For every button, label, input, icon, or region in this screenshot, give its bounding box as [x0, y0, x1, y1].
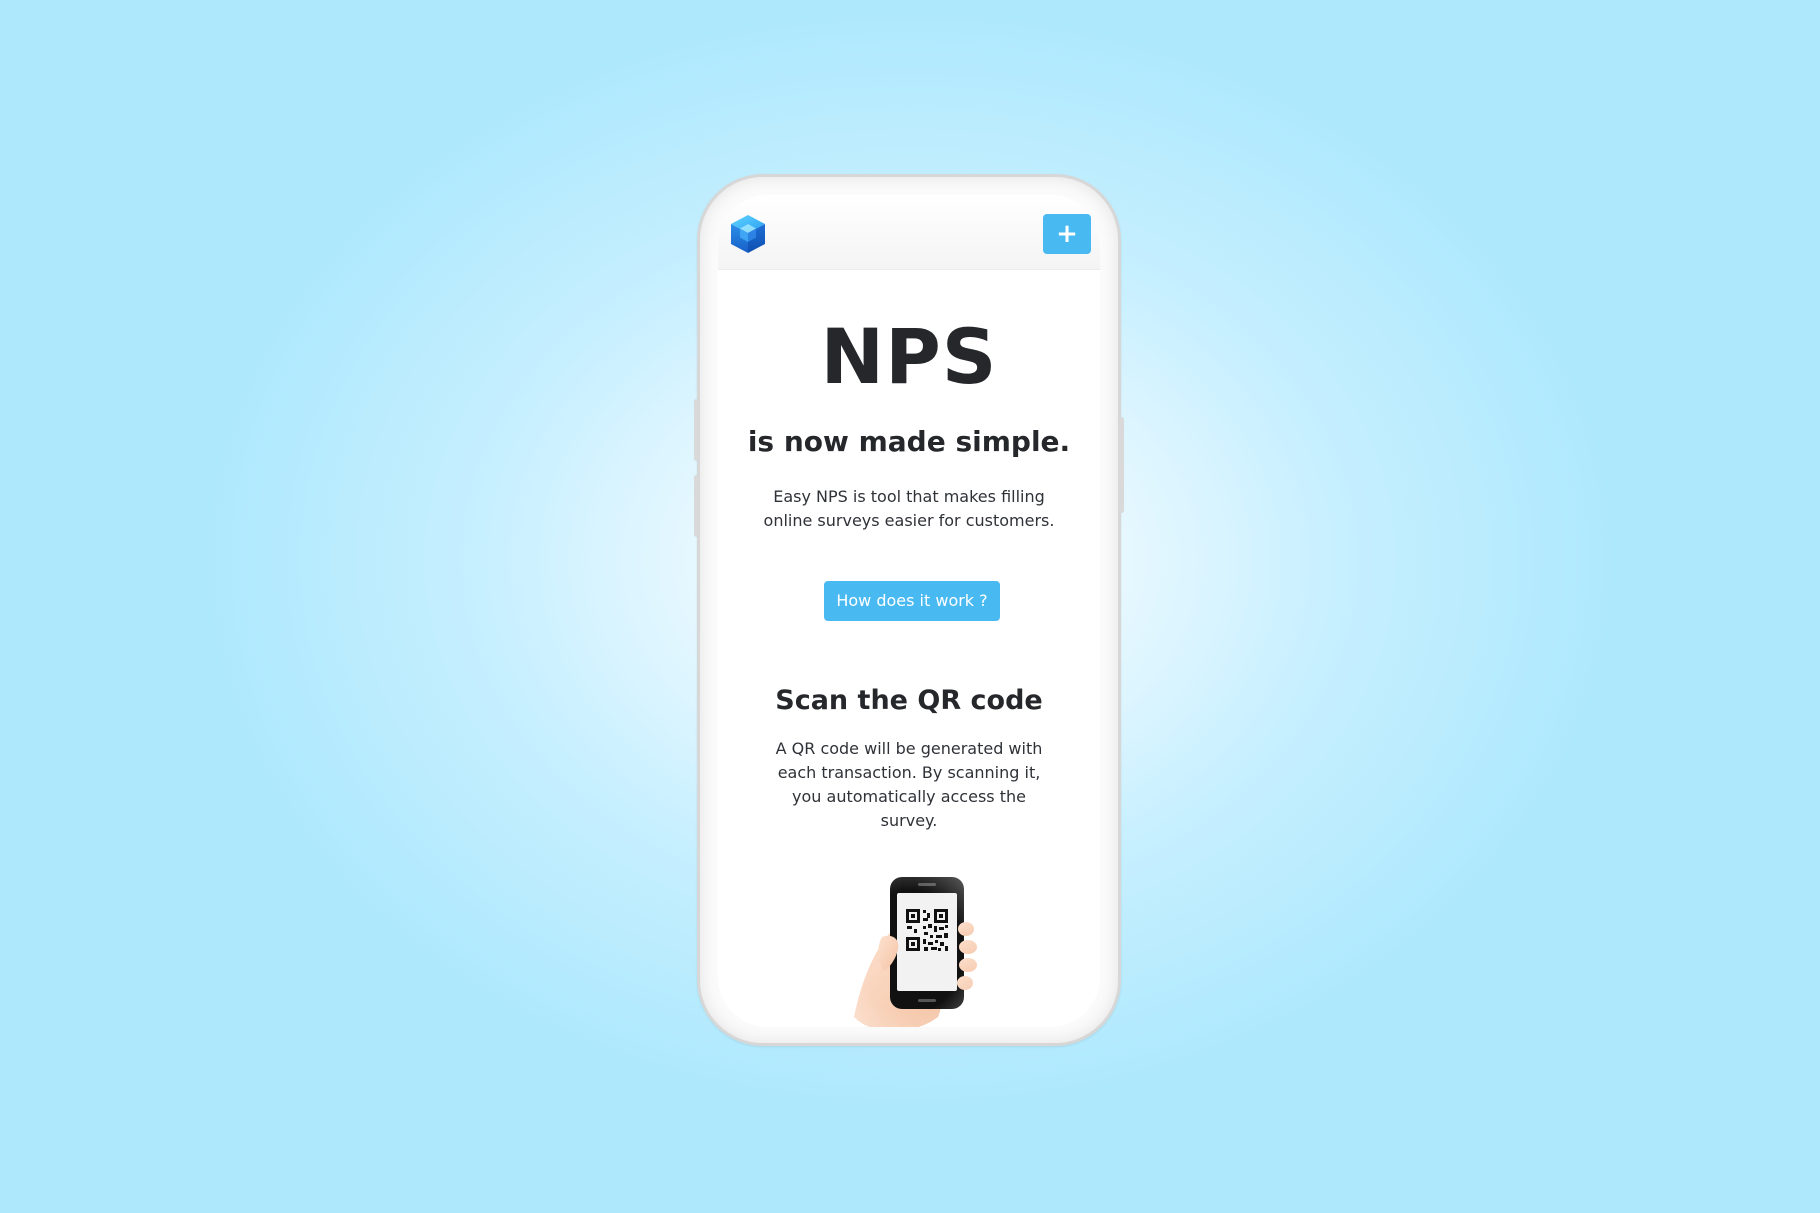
hero-subtitle: is now made simple.	[747, 425, 1071, 458]
phone-side-button	[694, 475, 699, 537]
hand-phone-qr-icon	[834, 867, 984, 1027]
phone-side-button	[1119, 417, 1124, 513]
add-button[interactable]: +	[1043, 214, 1091, 254]
plus-icon: +	[1056, 219, 1078, 249]
hero-description: Easy NPS is tool that makes filling onli…	[763, 487, 1055, 530]
how-does-it-work-button[interactable]: How does it work ?	[824, 581, 1000, 621]
scan-section-title: Scan the QR code	[775, 685, 1043, 716]
phone-side-button	[694, 399, 699, 461]
scan-section-description: A QR code will be generated with each tr…	[775, 739, 1043, 830]
hero-title: NPS	[820, 312, 998, 401]
top-navbar: +	[718, 195, 1100, 270]
phone-screen: + NPS is now made simple. Easy NPS is to…	[718, 195, 1100, 1027]
cube-logo-icon[interactable]	[728, 213, 768, 255]
phone-frame: + NPS is now made simple. Easy NPS is to…	[694, 174, 1124, 1046]
